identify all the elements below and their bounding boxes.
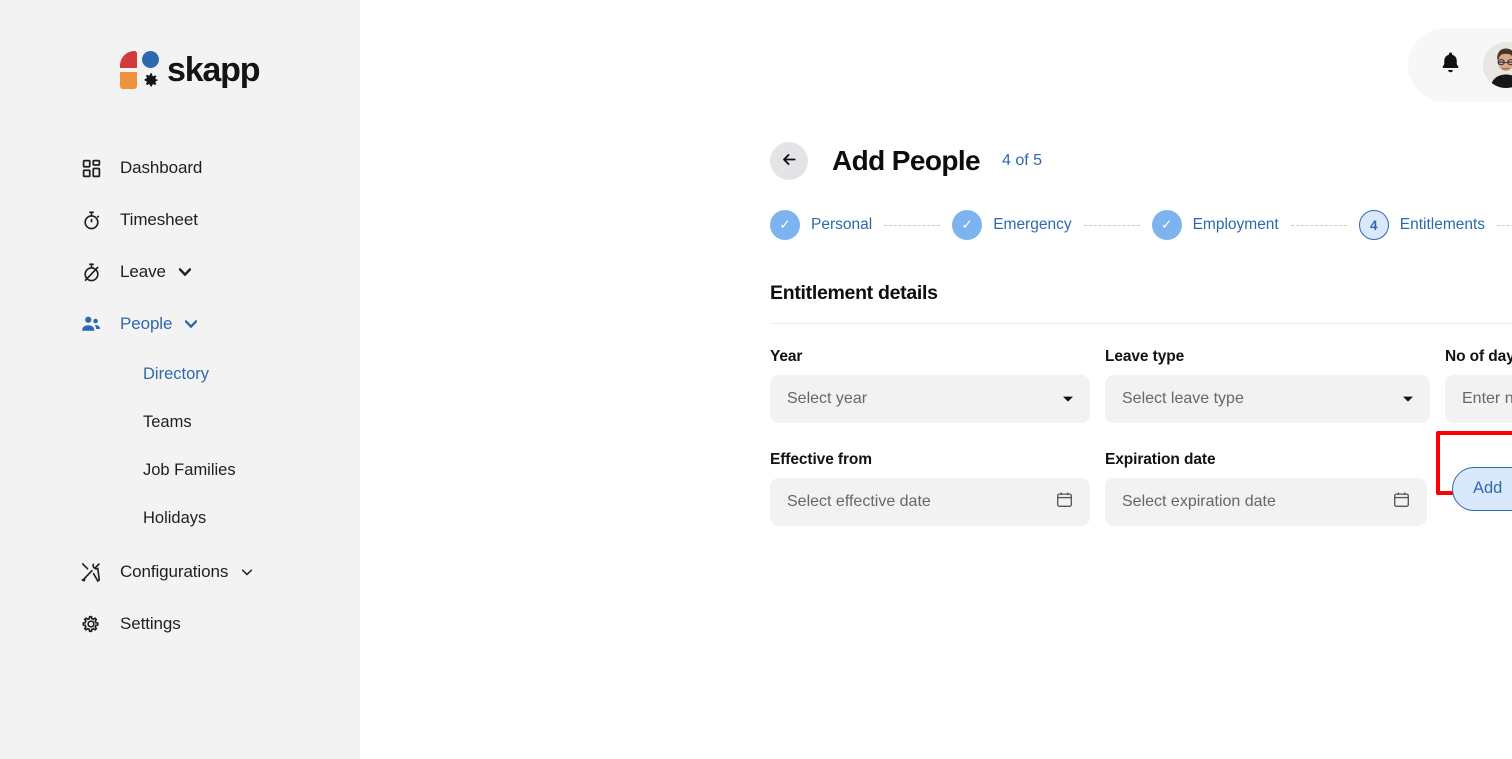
effective-from-placeholder: Select effective date [787,493,931,510]
step-connector [1290,224,1347,226]
sidebar: skapp Dashboard Timesheet Leave People D… [0,0,360,759]
effective-from-datepicker[interactable]: Select effective date [770,478,1090,526]
field-leave-type: Leave type Select leave type [1105,348,1430,423]
skapp-logo-icon [120,51,160,89]
field-label: No of days [1445,348,1512,365]
calendar-icon[interactable] [1392,490,1411,514]
no-of-days-input[interactable]: Enter no of days [1445,375,1512,423]
sidebar-subitem-label: Teams [143,412,192,431]
step-connector [1497,224,1512,226]
sidebar-item-job-families[interactable]: Job Families [0,446,360,494]
step-label: Entitlements [1399,216,1486,233]
chevron-down-icon [1402,390,1414,408]
sidebar-item-label: Configurations [120,562,229,581]
add-button-label: Add [1473,479,1503,497]
sidebar-item-configurations[interactable]: Configurations [0,546,360,598]
calendar-icon[interactable] [1055,490,1074,514]
user-profile-chip[interactable]: John Doe UX Designer [1407,28,1512,102]
sidebar-subitem-label: Job Families [143,460,236,479]
sidebar-item-label: Dashboard [120,158,203,177]
leave-type-select[interactable]: Select leave type [1105,375,1430,423]
app-root: skapp Dashboard Timesheet Leave People D… [0,0,1512,759]
expiration-date-datepicker[interactable]: Select expiration date [1105,478,1427,526]
back-button[interactable] [770,142,808,180]
sidebar-item-dashboard[interactable]: Dashboard [0,142,360,194]
step-label: Employment [1192,216,1279,233]
step-emergency[interactable]: ✓ Emergency [952,210,1072,240]
entitlement-form: Year Select year Leave type Select leave… [770,348,1512,526]
sidebar-subitem-label: Holidays [143,508,207,527]
app-logo[interactable]: skapp [0,0,360,96]
sidebar-nav: Dashboard Timesheet Leave People Directo… [0,142,360,650]
page-header: Add People 4 of 5 [770,142,1512,180]
field-effective-from: Effective from Select effective date [770,451,1090,526]
field-no-of-days: No of days Enter no of days [1445,348,1512,423]
year-placeholder: Select year [787,390,868,407]
step-connector [1083,224,1140,226]
arrow-left-icon [780,150,799,172]
top-bar: John Doe UX Designer [360,0,1512,102]
step-employment[interactable]: ✓ Employment [1151,210,1279,240]
step-personal[interactable]: ✓ Personal [770,210,872,240]
gear-icon [80,613,102,635]
step-label: Personal [811,216,873,233]
form-row-2: Effective from Select effective date Exp… [770,431,1512,526]
sidebar-item-holidays[interactable]: Holidays [0,494,360,542]
sidebar-item-people[interactable]: People [0,298,360,350]
step-label: Emergency [993,216,1072,233]
step-number: 4 [1358,210,1389,240]
logo-gear-shape [141,71,160,90]
no-of-days-placeholder: Enter no of days [1462,390,1512,407]
logo-orange-square [120,72,137,89]
sidebar-item-label: Timesheet [120,210,198,229]
field-label: Effective from [770,451,872,468]
step-check-icon: ✓ [1151,210,1182,240]
add-entitlement-button[interactable]: Add + [1452,466,1512,511]
field-label: Leave type [1105,348,1185,365]
main-content: John Doe UX Designer Add People 4 of 5 ✓… [360,0,1512,759]
sidebar-subitem-label: Directory [143,364,210,383]
step-check-icon: ✓ [770,210,800,240]
section-divider [770,323,1512,324]
step-entitlements[interactable]: 4 Entitlements [1358,210,1486,240]
sidebar-item-label: Settings [120,614,181,633]
field-year: Year Select year [770,348,1090,423]
chevron-down-icon[interactable] [241,568,253,576]
bell-icon[interactable] [1438,50,1463,80]
sidebar-item-label: Leave [120,262,166,281]
step-counter: 4 of 5 [1002,152,1043,169]
chevron-down-icon[interactable] [178,268,191,276]
field-label: Year [770,348,803,365]
form-row-1: Year Select year Leave type Select leave… [770,348,1512,423]
sidebar-item-timesheet[interactable]: Timesheet [0,194,360,246]
step-check-icon: ✓ [952,210,983,240]
stopwatch-off-icon [80,261,102,283]
people-icon [80,313,102,335]
sidebar-item-label: People [120,314,173,333]
step-connector [884,224,941,226]
chevron-down-icon[interactable] [185,320,198,328]
year-select[interactable]: Select year [770,375,1090,423]
brand-name: skapp [167,51,260,89]
add-button-wrapper: Add + [1436,431,1512,526]
tools-icon [80,561,102,583]
sidebar-item-leave[interactable]: Leave [0,246,360,298]
expiration-date-placeholder: Select expiration date [1122,493,1276,510]
leave-type-placeholder: Select leave type [1122,390,1244,407]
logo-red-shape [120,51,137,68]
section-title: Entitlement details [770,282,938,304]
logo-blue-circle [142,51,159,68]
stopwatch-icon [80,209,102,231]
field-label: Expiration date [1105,451,1216,468]
field-expiration-date: Expiration date Select expiration date [1105,451,1427,526]
page-title: Add People [832,145,981,176]
avatar [1482,42,1512,88]
chevron-down-icon [1062,390,1074,408]
grid-icon [80,157,102,179]
sidebar-item-teams[interactable]: Teams [0,398,360,446]
sidebar-item-directory[interactable]: Directory [0,350,360,398]
sidebar-item-settings[interactable]: Settings [0,598,360,650]
stepper: ✓ Personal ✓ Emergency ✓ Employment 4 En… [770,210,1512,240]
